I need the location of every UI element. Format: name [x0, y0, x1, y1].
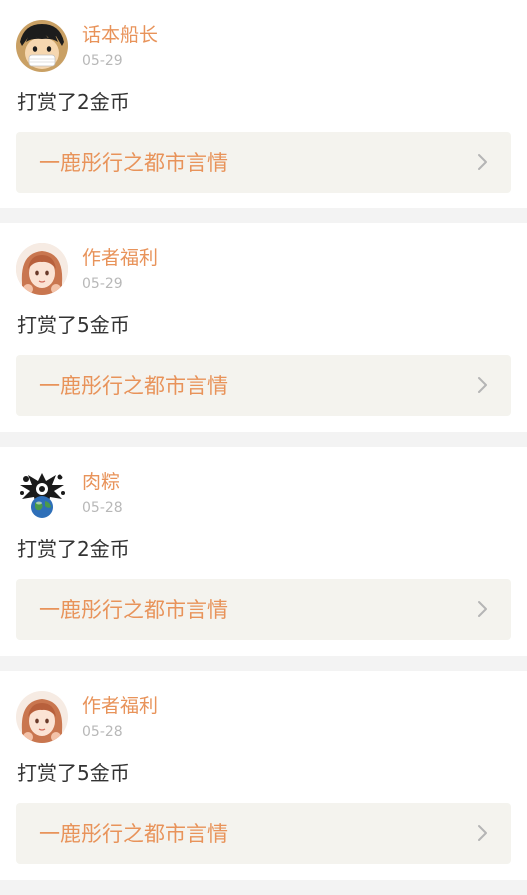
reward-feed: 话本船长 05-29 打赏了2金币 一鹿彤行之都市言情 作者福利 05-29 打… — [0, 0, 527, 895]
reward-card: 肉粽 05-28 打赏了2金币 一鹿彤行之都市言情 — [0, 447, 527, 656]
user-name[interactable]: 肉粽 — [82, 470, 120, 494]
user-name[interactable]: 话本船长 — [82, 23, 158, 47]
post-date: 05-28 — [82, 724, 123, 740]
book-link[interactable]: 一鹿彤行之都市言情 — [16, 579, 511, 640]
user-name[interactable]: 作者福利 — [82, 246, 158, 270]
book-title: 一鹿彤行之都市言情 — [39, 598, 228, 622]
reward-card: 作者福利 05-29 打赏了5金币 一鹿彤行之都市言情 — [0, 223, 527, 432]
reward-text: 打赏了5金币 — [17, 313, 130, 337]
chevron-right-icon — [478, 825, 487, 841]
book-link[interactable]: 一鹿彤行之都市言情 — [16, 355, 511, 416]
chevron-right-icon — [478, 154, 487, 170]
luffy-avatar-icon[interactable] — [16, 20, 68, 72]
book-title: 一鹿彤行之都市言情 — [39, 822, 228, 846]
post-date: 05-29 — [82, 53, 123, 69]
reward-card: 作者福利 05-28 打赏了5金币 一鹿彤行之都市言情 — [0, 671, 527, 880]
earth-splash-avatar-icon[interactable] — [16, 467, 68, 519]
book-title: 一鹿彤行之都市言情 — [39, 151, 228, 175]
anime-girl-avatar-icon[interactable] — [16, 691, 68, 743]
reward-text: 打赏了5金币 — [17, 761, 130, 785]
book-link[interactable]: 一鹿彤行之都市言情 — [16, 803, 511, 864]
anime-girl-avatar-icon[interactable] — [16, 243, 68, 295]
chevron-right-icon — [478, 377, 487, 393]
book-title: 一鹿彤行之都市言情 — [39, 374, 228, 398]
book-link[interactable]: 一鹿彤行之都市言情 — [16, 132, 511, 193]
post-date: 05-28 — [82, 500, 123, 516]
reward-text: 打赏了2金币 — [17, 537, 130, 561]
reward-text: 打赏了2金币 — [17, 90, 130, 114]
reward-card: 话本船长 05-29 打赏了2金币 一鹿彤行之都市言情 — [0, 0, 527, 208]
post-date: 05-29 — [82, 276, 123, 292]
user-name[interactable]: 作者福利 — [82, 694, 158, 718]
chevron-right-icon — [478, 601, 487, 617]
